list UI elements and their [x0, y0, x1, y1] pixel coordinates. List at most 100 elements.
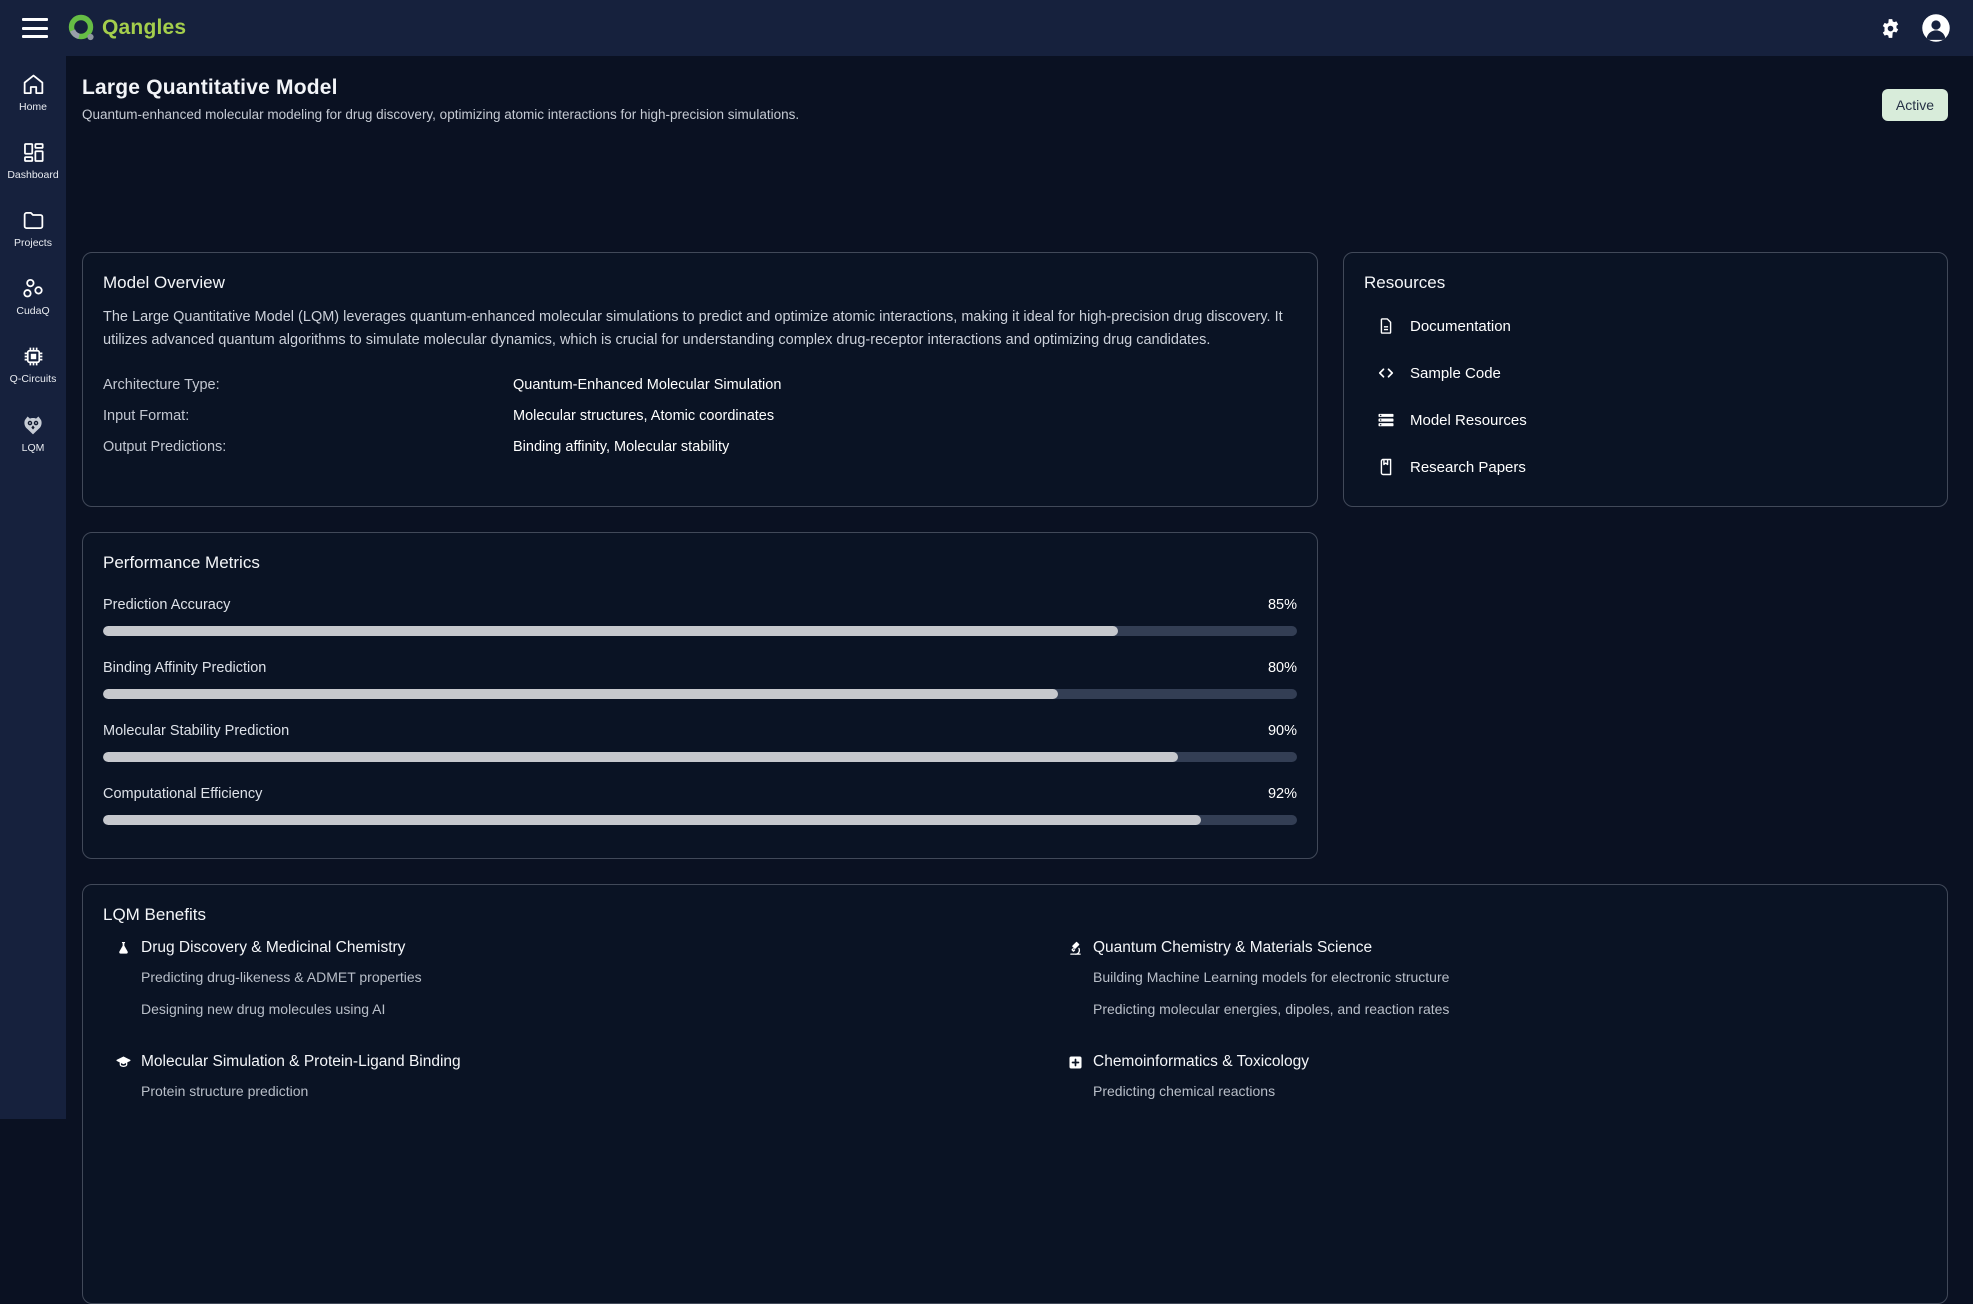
- resources-card: Resources Documentation: [1343, 252, 1948, 507]
- sidebar-item-dashboard[interactable]: Dashboard: [0, 138, 66, 183]
- progress-bar: [103, 626, 1297, 636]
- resource-item-sample-code[interactable]: Sample Code: [1364, 363, 1927, 383]
- sidebar-label: CudaQ: [16, 305, 49, 317]
- progress-bar: [103, 689, 1297, 699]
- lqm-benefits-card: LQM Benefits Drug Discovery & Medicinal …: [82, 884, 1948, 1304]
- benefit-group-quantum-chemistry: Quantum Chemistry & Materials Science Bu…: [1055, 939, 1927, 1031]
- spec-value: Molecular structures, Atomic coordinates: [513, 406, 774, 426]
- spec-row: Output Predictions: Binding affinity, Mo…: [103, 437, 1297, 457]
- cudaq-nodes-icon: [21, 276, 46, 301]
- benefit-item: Predicting drug-likeness & ADMET propert…: [141, 967, 975, 987]
- resource-label: Documentation: [1410, 318, 1511, 335]
- resource-item-research-papers[interactable]: Research Papers: [1364, 457, 1927, 477]
- model-overview-description: The Large Quantitative Model (LQM) lever…: [103, 306, 1283, 352]
- metric-value: 92%: [1268, 786, 1297, 802]
- page-subtitle: Quantum-enhanced molecular modeling for …: [82, 107, 799, 122]
- spec-label: Output Predictions:: [103, 437, 513, 457]
- performance-title: Performance Metrics: [103, 553, 1297, 573]
- main-content: Large Quantitative Model Quantum-enhance…: [66, 56, 1973, 1119]
- sidebar-item-q-circuits[interactable]: Q-Circuits: [0, 342, 66, 387]
- qangles-logo-icon: [66, 12, 98, 44]
- model-specs: Architecture Type: Quantum-Enhanced Mole…: [103, 375, 1297, 457]
- benefit-item: Designing new drug molecules using AI: [141, 999, 975, 1019]
- sidebar-item-cudaq[interactable]: CudaQ: [0, 274, 66, 319]
- progress-bar: [103, 815, 1297, 825]
- sidebar-label: Q-Circuits: [10, 373, 57, 385]
- storage-list-icon: [1376, 410, 1396, 430]
- resources-title: Resources: [1364, 273, 1927, 293]
- benefits-grid: Drug Discovery & Medicinal Chemistry Pre…: [103, 939, 1927, 1113]
- benefit-heading: Chemoinformatics & Toxicology: [1093, 1053, 1309, 1071]
- book-icon: [1376, 457, 1396, 477]
- benefit-item: Building Machine Learning models for ele…: [1093, 967, 1927, 987]
- sidebar-label: Home: [19, 101, 47, 113]
- spec-value: Quantum-Enhanced Molecular Simulation: [513, 375, 781, 395]
- progress-bar-fill: [103, 752, 1178, 762]
- plus-box-icon: [1067, 1054, 1084, 1071]
- settings-gear-icon[interactable]: [1878, 16, 1903, 41]
- page-title: Large Quantitative Model: [82, 76, 799, 100]
- benefit-group-drug-discovery: Drug Discovery & Medicinal Chemistry Pre…: [103, 939, 975, 1031]
- status-badge: Active: [1882, 89, 1948, 121]
- progress-bar-fill: [103, 626, 1118, 636]
- progress-bar-fill: [103, 815, 1201, 825]
- benefit-item: Predicting chemical reactions: [1093, 1081, 1927, 1101]
- sidebar-item-projects[interactable]: Projects: [0, 206, 66, 251]
- page-header: Large Quantitative Model Quantum-enhance…: [82, 76, 1948, 122]
- sidebar-item-lqm[interactable]: LQM: [0, 410, 66, 456]
- sidebar-item-home[interactable]: Home: [0, 70, 66, 115]
- sidebar: Home Dashboard Projects Cu: [0, 56, 66, 1119]
- sidebar-label: LQM: [22, 442, 45, 454]
- metric-value: 85%: [1268, 597, 1297, 613]
- metric-value: 90%: [1268, 723, 1297, 739]
- graduation-cap-icon: [115, 1054, 132, 1071]
- microscope-icon: [1067, 940, 1084, 957]
- sidebar-label: Projects: [14, 237, 52, 249]
- folder-icon: [21, 208, 46, 233]
- spec-label: Architecture Type:: [103, 375, 513, 395]
- benefit-heading: Quantum Chemistry & Materials Science: [1093, 939, 1372, 957]
- benefit-group-chemoinformatics: Chemoinformatics & Toxicology Predicting…: [1055, 1053, 1927, 1113]
- resource-item-model-resources[interactable]: Model Resources: [1364, 410, 1927, 430]
- app-header: Qangles: [0, 0, 1973, 56]
- user-avatar-icon[interactable]: [1921, 13, 1951, 43]
- metric-computational-efficiency: Computational Efficiency 92%: [103, 786, 1297, 825]
- spec-row: Input Format: Molecular structures, Atom…: [103, 406, 1297, 426]
- spec-value: Binding affinity, Molecular stability: [513, 437, 729, 457]
- model-overview-title: Model Overview: [103, 273, 1297, 293]
- home-icon: [21, 72, 46, 97]
- chip-icon: [21, 344, 46, 369]
- document-icon: [1376, 316, 1396, 336]
- benefit-heading: Drug Discovery & Medicinal Chemistry: [141, 939, 405, 957]
- flask-icon: [115, 940, 132, 957]
- dashboard-icon: [21, 140, 46, 165]
- benefit-heading: Molecular Simulation & Protein-Ligand Bi…: [141, 1053, 461, 1071]
- progress-bar: [103, 752, 1297, 762]
- brand[interactable]: Qangles: [66, 12, 186, 44]
- code-icon: [1376, 363, 1396, 383]
- brand-name: Qangles: [102, 16, 186, 40]
- progress-bar-fill: [103, 689, 1058, 699]
- owl-icon: [20, 412, 46, 438]
- resource-item-documentation[interactable]: Documentation: [1364, 316, 1927, 336]
- resource-label: Sample Code: [1410, 365, 1501, 382]
- metric-label: Prediction Accuracy: [103, 597, 230, 613]
- spec-label: Input Format:: [103, 406, 513, 426]
- performance-metrics-card: Performance Metrics Prediction Accuracy …: [82, 532, 1318, 859]
- metric-label: Binding Affinity Prediction: [103, 660, 266, 676]
- metric-prediction-accuracy: Prediction Accuracy 85%: [103, 597, 1297, 636]
- spec-row: Architecture Type: Quantum-Enhanced Mole…: [103, 375, 1297, 395]
- benefit-item: Predicting molecular energies, dipoles, …: [1093, 999, 1927, 1019]
- metric-molecular-stability: Molecular Stability Prediction 90%: [103, 723, 1297, 762]
- benefits-title: LQM Benefits: [103, 905, 1927, 925]
- metric-label: Molecular Stability Prediction: [103, 723, 289, 739]
- resource-label: Model Resources: [1410, 412, 1527, 429]
- resources-list: Documentation Sample Code: [1364, 316, 1927, 477]
- metric-value: 80%: [1268, 660, 1297, 676]
- resource-label: Research Papers: [1410, 459, 1526, 476]
- metric-binding-affinity: Binding Affinity Prediction 80%: [103, 660, 1297, 699]
- metric-label: Computational Efficiency: [103, 786, 262, 802]
- model-overview-card: Model Overview The Large Quantitative Mo…: [82, 252, 1318, 507]
- sidebar-label: Dashboard: [7, 169, 58, 181]
- menu-icon[interactable]: [22, 18, 48, 38]
